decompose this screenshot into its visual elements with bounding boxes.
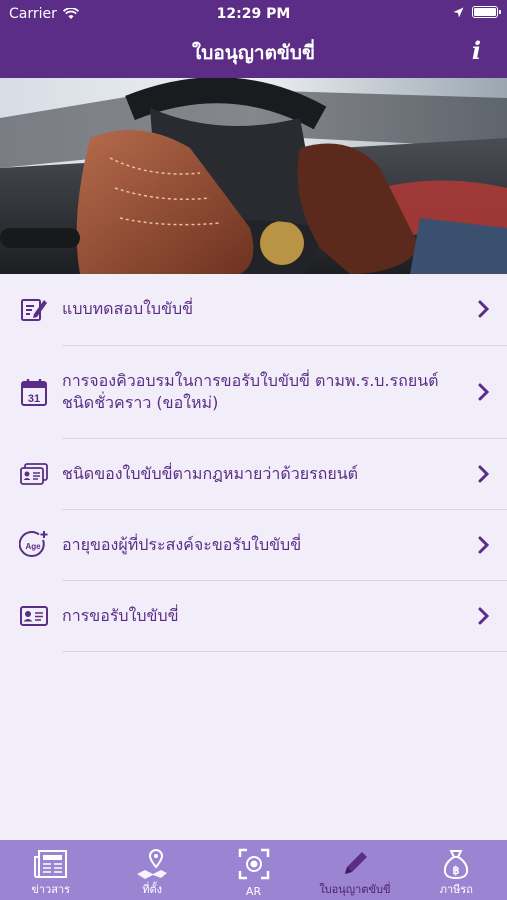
calendar-icon: 31 — [19, 377, 49, 407]
menu-item-training-booking[interactable]: 31 การจองคิวอบรมในการขอรับใบขับขี่ ตามพ.… — [0, 346, 507, 438]
tab-bar: ข่าวสาร ที่ตั้ง AR ใบอนุญาตขับขี่ ฿ ภาษี… — [0, 840, 507, 900]
chevron-right-icon — [477, 606, 491, 626]
tab-label: ที่ตั้ง — [142, 883, 162, 896]
menu-item-license-application[interactable]: การขอรับใบขับขี่ — [0, 581, 507, 651]
divider — [62, 651, 507, 652]
svg-text:฿: ฿ — [453, 865, 460, 877]
location-arrow-icon — [453, 7, 464, 17]
info-icon[interactable]: i — [472, 36, 481, 65]
money-bag-icon: ฿ — [439, 847, 473, 881]
tab-label: ใบอนุญาตขับขี่ — [319, 883, 391, 896]
menu-item-driving-test[interactable]: แบบทดสอบใบขับขี่ — [0, 274, 507, 344]
battery-icon — [472, 6, 501, 18]
tab-ar[interactable]: AR — [203, 840, 304, 900]
newspaper-icon — [33, 847, 68, 881]
ar-scan-icon — [237, 847, 271, 881]
status-right — [453, 6, 501, 18]
edit-form-icon — [19, 294, 49, 324]
tab-driving-license[interactable]: ใบอนุญาตขับขี่ — [304, 840, 405, 900]
tab-label: ข่าวสาร — [31, 883, 71, 896]
chevron-right-icon — [477, 299, 491, 319]
tab-location[interactable]: ที่ตั้ง — [101, 840, 202, 900]
tab-news[interactable]: ข่าวสาร — [0, 840, 101, 900]
menu-item-label: การจองคิวอบรมในการขอรับใบขับขี่ ตามพ.ร.บ… — [62, 371, 439, 412]
nav-header: Carrier 12:29 PM ใบอนุญาตขับขี่ i — [0, 0, 507, 78]
map-pin-icon — [135, 847, 169, 881]
chevron-right-icon — [477, 382, 491, 402]
menu-item-label: ชนิดของใบขับขี่ตามกฎหมายว่าด้วยรถยนต์ — [62, 464, 359, 483]
license-card-icon — [19, 601, 49, 631]
tab-label: AR — [245, 885, 262, 898]
menu-item-applicant-age[interactable]: Age อายุของผู้ที่ประสงค์จะขอรับใบขับขี่ — [0, 510, 507, 580]
menu-item-label: แบบทดสอบใบขับขี่ — [62, 299, 194, 318]
status-time: 12:29 PM — [216, 6, 291, 22]
tab-label: ภาษีรถ — [439, 883, 473, 896]
chevron-right-icon — [477, 535, 491, 555]
page-title: ใบอนุญาตขับขี่ — [192, 42, 315, 64]
menu-item-license-types[interactable]: ชนิดของใบขับขี่ตามกฎหมายว่าด้วยรถยนต์ — [0, 439, 507, 509]
pencil-icon — [338, 847, 372, 881]
hero-image — [0, 78, 507, 274]
age-badge: Age — [25, 542, 41, 551]
menu-item-label: การขอรับใบขับขี่ — [62, 606, 179, 625]
license-cards-icon — [19, 459, 49, 489]
calendar-date: 31 — [28, 393, 40, 405]
menu-item-label: อายุของผู้ที่ประสงค์จะขอรับใบขับขี่ — [62, 535, 302, 554]
tab-vehicle-tax[interactable]: ฿ ภาษีรถ — [406, 840, 507, 900]
status-bar: Carrier 12:29 PM — [0, 0, 507, 28]
age-plus-icon: Age — [19, 530, 49, 560]
driving-gloves-photo — [0, 78, 507, 274]
chevron-right-icon — [477, 464, 491, 484]
